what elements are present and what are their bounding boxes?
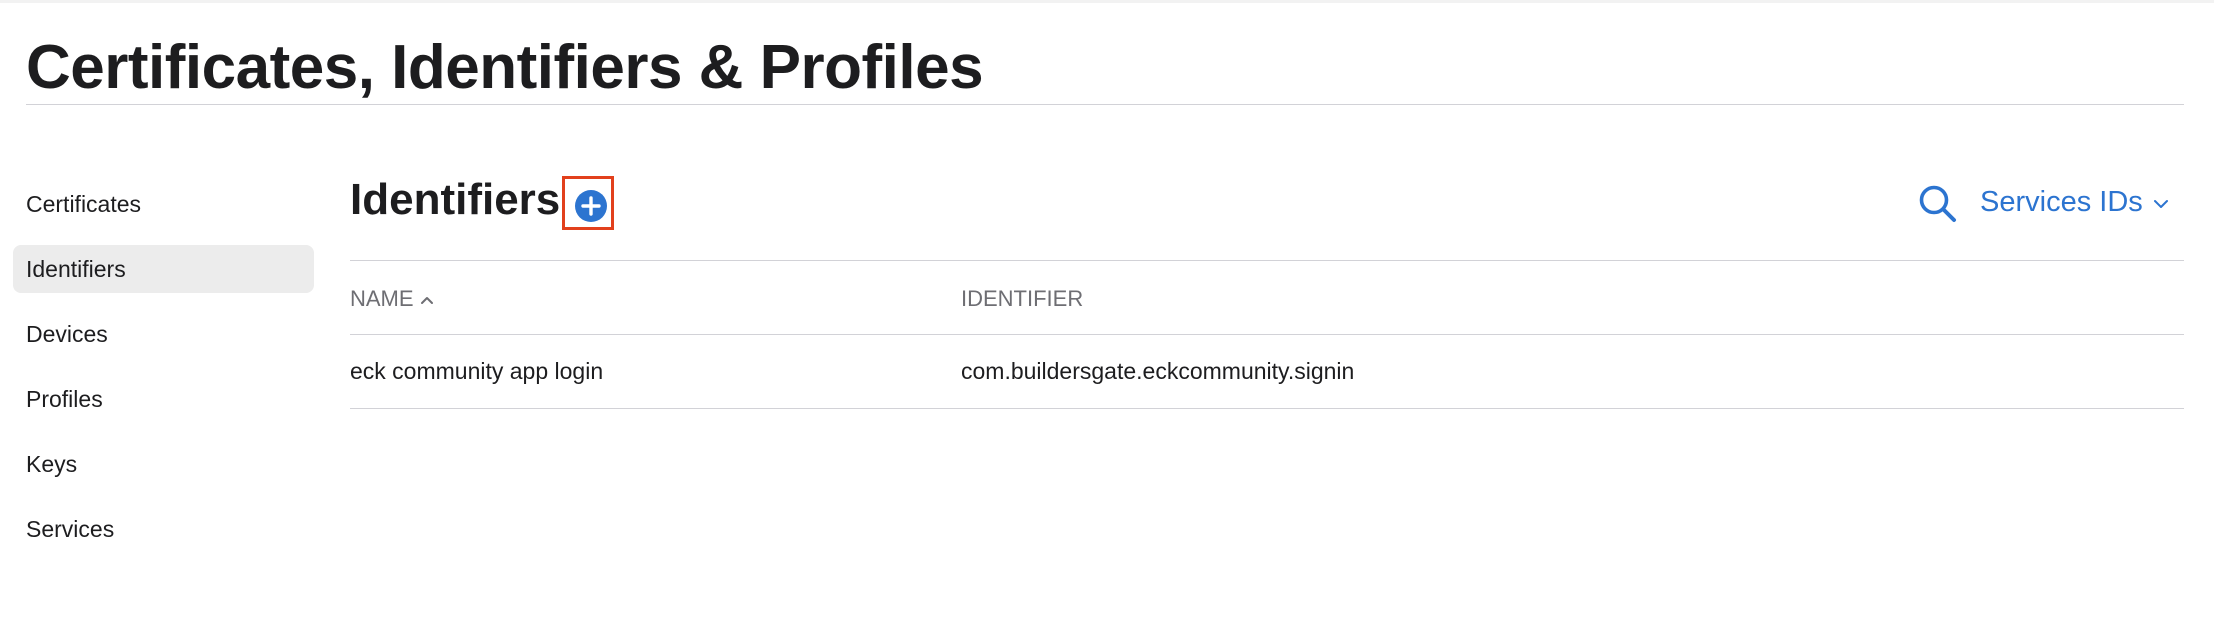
sidebar-item-devices[interactable]: Devices: [13, 310, 314, 358]
column-header-name[interactable]: NAME: [350, 284, 434, 314]
sidebar-item-keys[interactable]: Keys: [13, 440, 314, 488]
sort-ascending-icon: [420, 297, 433, 304]
table-row-divider: [350, 408, 2184, 409]
sidebar-item-profiles[interactable]: Profiles: [13, 375, 314, 423]
sidebar-item-label: Profiles: [26, 386, 103, 412]
search-icon: [1919, 185, 1956, 222]
title-divider: [26, 104, 2184, 105]
add-identifier-button[interactable]: [562, 176, 614, 230]
identifier-type-value: Services IDs: [1980, 185, 2143, 218]
row-identifier: com.buildersgate.eckcommunity.signin: [961, 358, 1355, 384]
sidebar-item-label: Identifiers: [26, 256, 126, 282]
sidebar-item-identifiers[interactable]: Identifiers: [13, 245, 314, 293]
sidebar-item-services[interactable]: Services: [13, 505, 314, 553]
identifier-type-select[interactable]: Services IDs: [1980, 180, 2169, 224]
table-header-divider: [350, 334, 2184, 335]
column-header-identifier: IDENTIFIER: [961, 286, 1084, 311]
table-row[interactable]: eck community app login com.buildersgate…: [350, 336, 2184, 408]
search-button[interactable]: [1916, 182, 1960, 226]
column-header-label: NAME: [350, 286, 414, 311]
sidebar-item-label: Keys: [26, 451, 78, 477]
sidebar-item-label: Devices: [26, 321, 108, 347]
page-title: Certificates, Identifiers & Profiles: [26, 33, 984, 102]
sidebar: Certificates Identifiers Devices Profile…: [13, 180, 314, 570]
chevron-down-icon: [2153, 200, 2168, 208]
plus-circle-icon: [575, 190, 607, 222]
top-edge-divider: [0, 0, 2214, 3]
sidebar-item-label: Services: [26, 516, 115, 542]
sidebar-item-label: Certificates: [26, 191, 142, 217]
header-divider: [350, 260, 2184, 261]
sidebar-item-certificates[interactable]: Certificates: [13, 180, 314, 228]
row-name: eck community app login: [350, 358, 604, 384]
section-title: Identifiers: [350, 175, 561, 224]
